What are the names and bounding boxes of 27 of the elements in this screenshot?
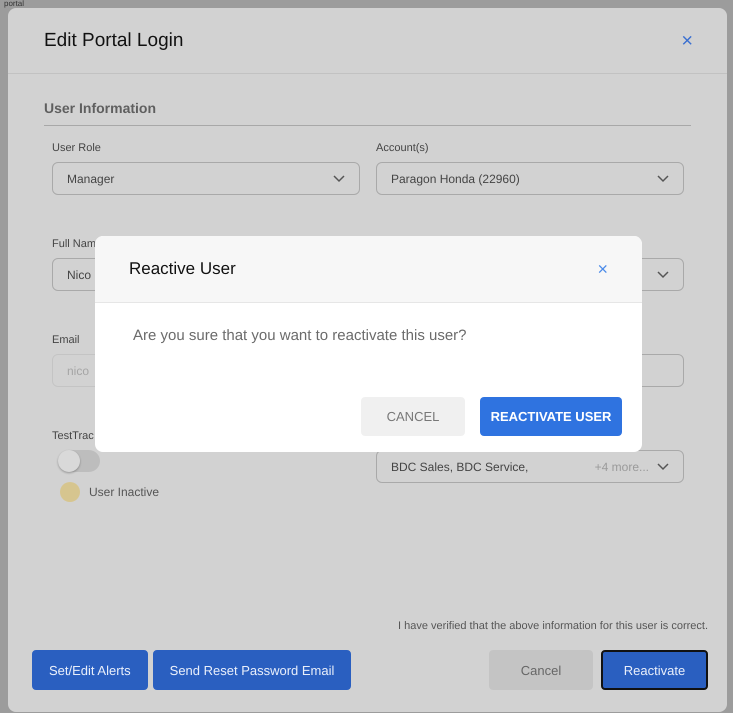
close-button[interactable]: × (681, 30, 693, 50)
reactivate-button[interactable]: Reactivate (601, 650, 708, 690)
cancel-button[interactable]: Cancel (489, 650, 593, 690)
chevron-down-icon (657, 270, 669, 278)
field-label: Email (52, 334, 80, 348)
modal-title: Edit Portal Login (44, 30, 184, 52)
chevron-down-icon (657, 462, 669, 470)
cancel-button[interactable]: CANCEL (361, 397, 465, 436)
close-button[interactable]: × (597, 260, 608, 278)
field-label: TestTrac (52, 430, 94, 444)
section-title: User Information (44, 100, 691, 126)
dialog-message: Are you sure that you want to reactivate this user? (132, 326, 468, 344)
chevron-down-icon (657, 174, 669, 182)
dialog-title: Reactive User (129, 259, 236, 279)
select-field[interactable]: Manager (52, 162, 360, 195)
chevron-down-icon (333, 174, 345, 182)
field-label: User Role (52, 142, 101, 156)
action-button[interactable]: Send Reset Password Email (152, 650, 352, 690)
reactivate-user-button[interactable]: REACTIVATE USER (480, 397, 622, 436)
verification-text: I have verified that the above information for this user is correct. (398, 620, 708, 632)
background-text: portal (4, 0, 24, 8)
toggle-switch[interactable] (58, 450, 100, 472)
field-label: Account(s) (376, 142, 429, 156)
action-button[interactable]: Set/Edit Alerts (32, 650, 148, 690)
select-field[interactable]: Paragon Honda (22960) (376, 162, 684, 195)
status-text: User Inactive (89, 485, 160, 499)
field-label: Full Nam (52, 238, 96, 252)
